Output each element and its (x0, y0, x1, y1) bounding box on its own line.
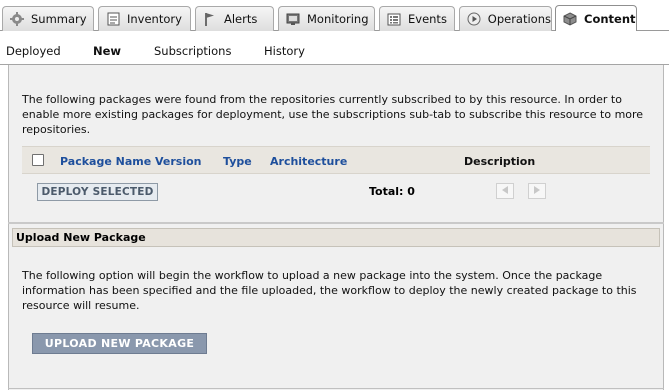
previous-page-button[interactable] (496, 183, 514, 199)
flag-icon (202, 11, 218, 27)
subtab-subscriptions[interactable]: Subscriptions (154, 44, 231, 58)
arrow-right-icon (533, 185, 541, 198)
tab-alerts[interactable]: Alerts (195, 6, 274, 31)
upload-description: The following option will begin the work… (22, 269, 637, 312)
tab-label: Inventory (127, 12, 182, 26)
packages-table-header: Package Name Version Type Architecture D… (22, 146, 650, 174)
tab-label: Content (584, 11, 636, 26)
column-version[interactable]: Version (155, 155, 202, 168)
column-type[interactable]: Type (223, 155, 252, 168)
tab-monitoring[interactable]: Monitoring (278, 6, 375, 31)
tab-label: Monitoring (307, 12, 369, 26)
column-package-name[interactable]: Package Name (60, 155, 151, 168)
subtab-deployed[interactable]: Deployed (6, 44, 61, 58)
content-subtab-bar: Deployed New Subscriptions History (0, 31, 669, 65)
tab-summary[interactable]: Summary (2, 6, 94, 31)
arrow-left-icon (501, 185, 509, 198)
events-list-icon (386, 11, 402, 27)
gear-icon (9, 11, 25, 27)
next-page-button[interactable] (528, 183, 546, 199)
main-tab-bar: Summary Inventory Alerts Monitoring Even… (0, 0, 669, 31)
tab-label: Summary (31, 12, 87, 26)
tab-events[interactable]: Events (379, 6, 455, 31)
inventory-icon (105, 11, 121, 27)
upload-new-package-button[interactable]: UPLOAD NEW PACKAGE (32, 333, 207, 354)
new-packages-intro: The following packages were found from t… (22, 93, 644, 136)
column-description: Description (464, 155, 536, 168)
play-icon (466, 11, 482, 27)
subtab-new[interactable]: New (93, 44, 121, 58)
tab-inventory[interactable]: Inventory (98, 6, 191, 31)
upload-section-title-text: Upload New Package (16, 231, 146, 244)
panel-bottom-border (8, 388, 664, 389)
total-count: Total: 0 (369, 185, 415, 198)
select-all-checkbox[interactable] (32, 154, 44, 166)
tab-label: Operations (487, 12, 551, 26)
tab-label: Alerts (224, 12, 258, 26)
tab-content[interactable]: Content (555, 5, 637, 31)
deploy-selected-button[interactable]: DEPLOY SELECTED (37, 183, 158, 201)
monitor-icon (285, 11, 301, 27)
section-divider (8, 222, 664, 224)
tab-label: Events (408, 12, 447, 26)
column-architecture[interactable]: Architecture (270, 155, 347, 168)
tab-operations[interactable]: Operations (459, 6, 552, 31)
package-icon (562, 11, 578, 27)
upload-section-title: Upload New Package (12, 228, 660, 247)
subtab-history[interactable]: History (264, 44, 305, 58)
